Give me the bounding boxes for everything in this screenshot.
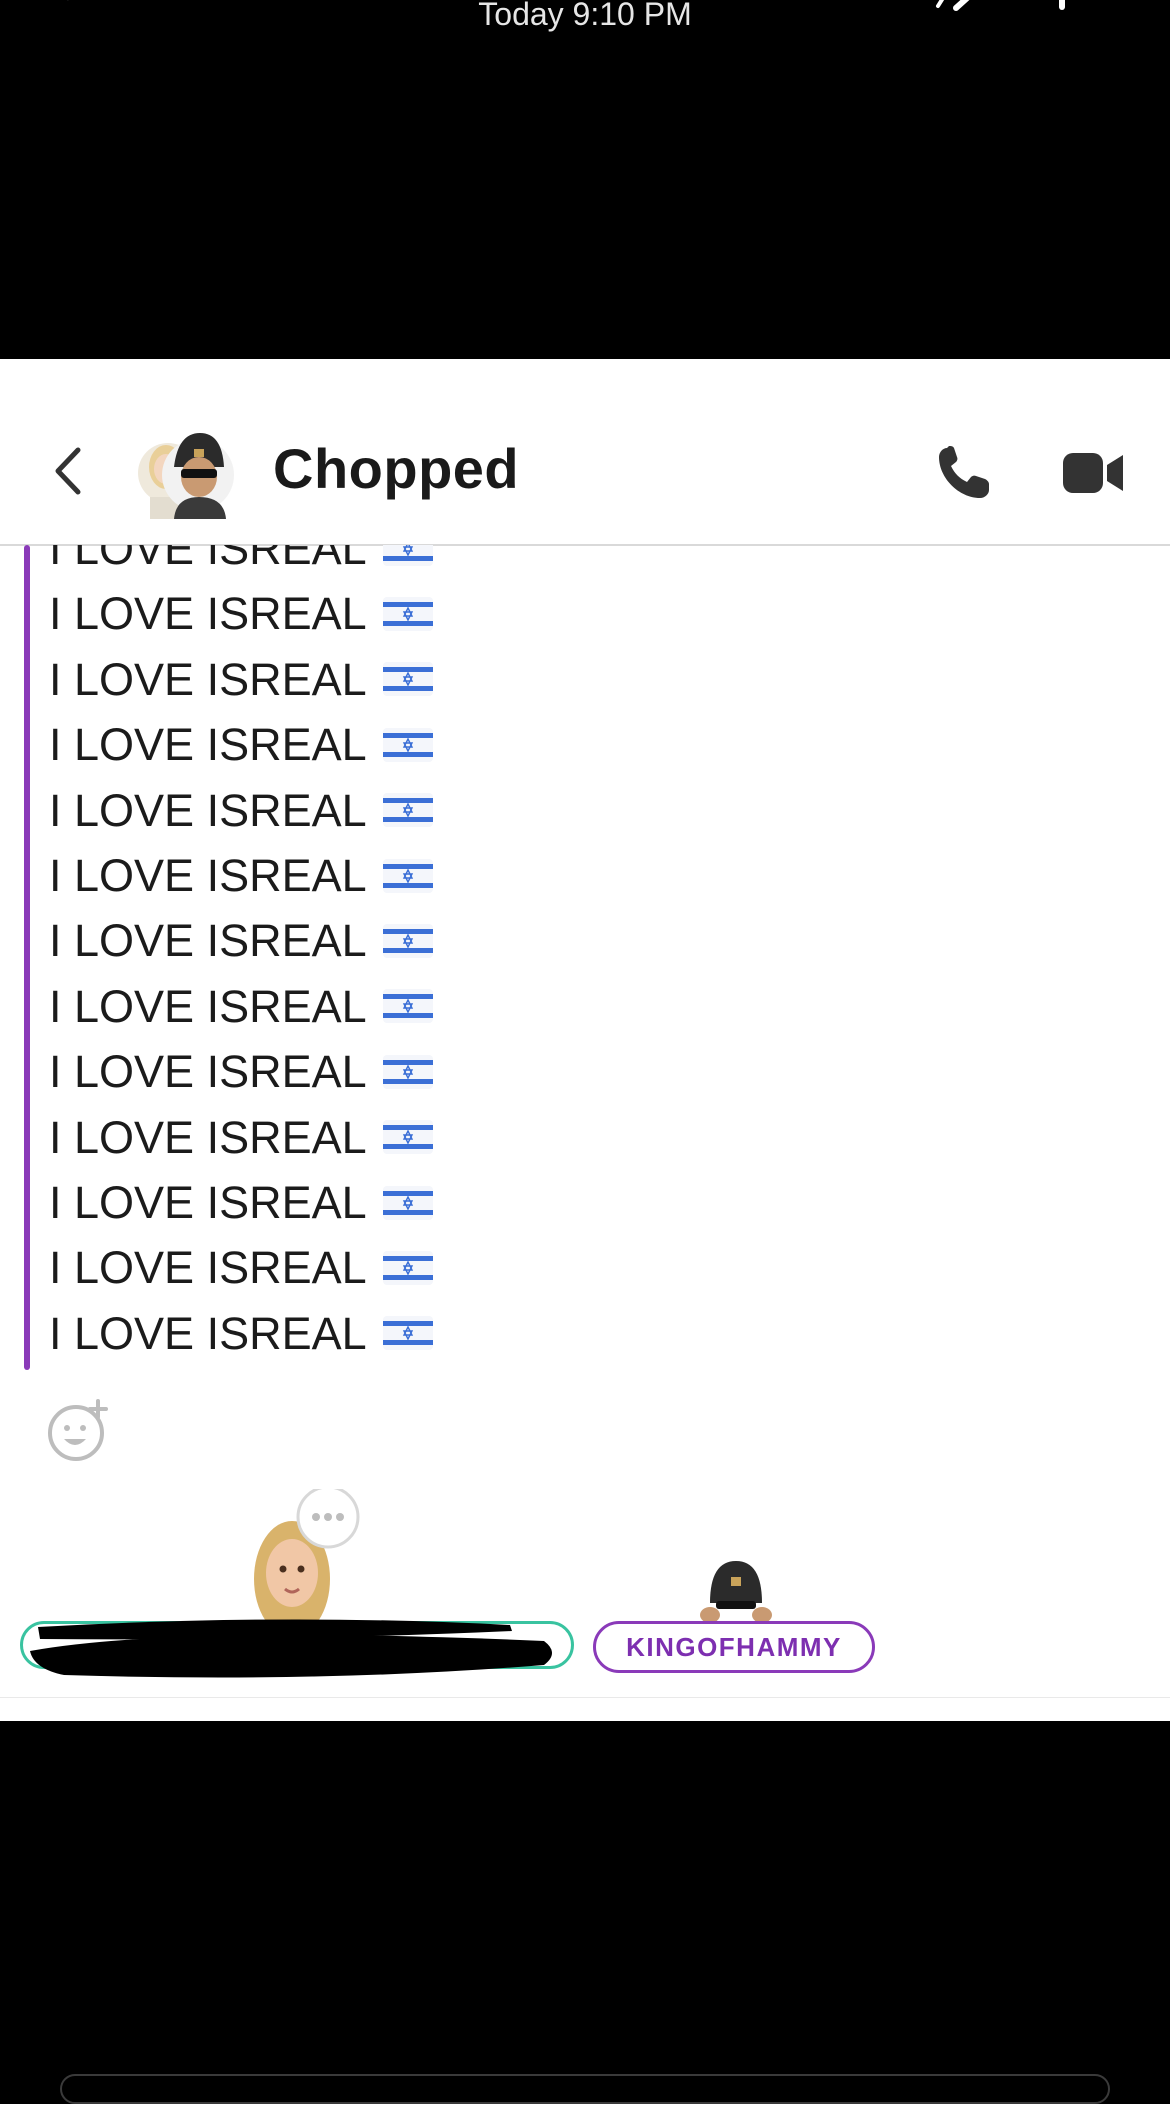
israel-flag-icon <box>382 1316 433 1351</box>
message-line[interactable]: I LOVE ISREAL <box>49 1039 433 1104</box>
chat-screenshot: Chopped I LOVE ISREAL I LOVE ISREAL I LO… <box>0 359 1170 1721</box>
viewer-top-area: Today 9:10 PM <box>0 0 1170 359</box>
message-line[interactable]: I LOVE ISREAL <box>49 908 433 973</box>
viewer-timestamp: Today 9:10 PM <box>478 0 692 32</box>
message-line[interactable]: I LOVE ISREAL <box>49 1301 433 1366</box>
redaction-scribble <box>30 1619 552 1678</box>
message-line[interactable]: I LOVE ISREAL <box>49 778 433 843</box>
israel-flag-icon <box>382 1120 433 1155</box>
israel-flag-icon <box>382 1250 433 1285</box>
message-line[interactable]: I LOVE ISREAL <box>49 1235 433 1300</box>
message-line[interactable]: I LOVE ISREAL <box>49 647 433 712</box>
israel-flag-icon <box>382 662 433 697</box>
israel-flag-icon <box>382 545 433 566</box>
viewer-share-icon[interactable] <box>928 0 984 12</box>
viewer-more-icon[interactable] <box>1054 0 1070 12</box>
phone-icon[interactable] <box>935 444 993 502</box>
reply-field[interactable] <box>60 2074 1110 2104</box>
chat-input-bar[interactable] <box>0 1697 1170 1721</box>
message-list: I LOVE ISREAL I LOVE ISREAL I LOVE ISREA… <box>49 545 433 1366</box>
message-line[interactable]: I LOVE ISREAL <box>49 1170 433 1235</box>
viewer-bottom-area <box>0 1721 1170 2080</box>
israel-flag-icon <box>382 597 433 632</box>
message-sender-bar <box>24 545 30 1370</box>
viewer-back-icon[interactable] <box>58 0 88 10</box>
message-line[interactable]: I LOVE ISREAL <box>49 1105 433 1170</box>
message-line[interactable]: I LOVE ISREAL <box>49 843 433 908</box>
message-line[interactable]: I LOVE ISREAL <box>49 545 433 581</box>
israel-flag-icon <box>382 989 433 1024</box>
message-line[interactable]: I LOVE ISREAL <box>49 712 433 777</box>
video-camera-icon[interactable] <box>1063 451 1125 495</box>
israel-flag-icon <box>382 924 433 959</box>
message-line[interactable]: I LOVE ISREAL <box>49 581 433 646</box>
user-name-pill[interactable]: KINGOFHAMMY <box>593 1621 875 1673</box>
israel-flag-icon <box>382 793 433 828</box>
message-area: I LOVE ISREAL I LOVE ISREAL I LOVE ISREA… <box>0 545 1170 1385</box>
message-line[interactable]: I LOVE ISREAL <box>49 974 433 1039</box>
israel-flag-icon <box>382 858 433 893</box>
add-reaction-icon[interactable] <box>46 1399 110 1463</box>
israel-flag-icon <box>382 1185 433 1220</box>
chat-title: Chopped <box>273 437 520 500</box>
chat-header: Chopped <box>0 359 1170 546</box>
group-avatar[interactable] <box>138 427 234 519</box>
israel-flag-icon <box>382 727 433 762</box>
user-bitmoji <box>700 1561 772 1623</box>
back-chevron-icon[interactable] <box>46 442 94 500</box>
israel-flag-icon <box>382 1054 433 1089</box>
